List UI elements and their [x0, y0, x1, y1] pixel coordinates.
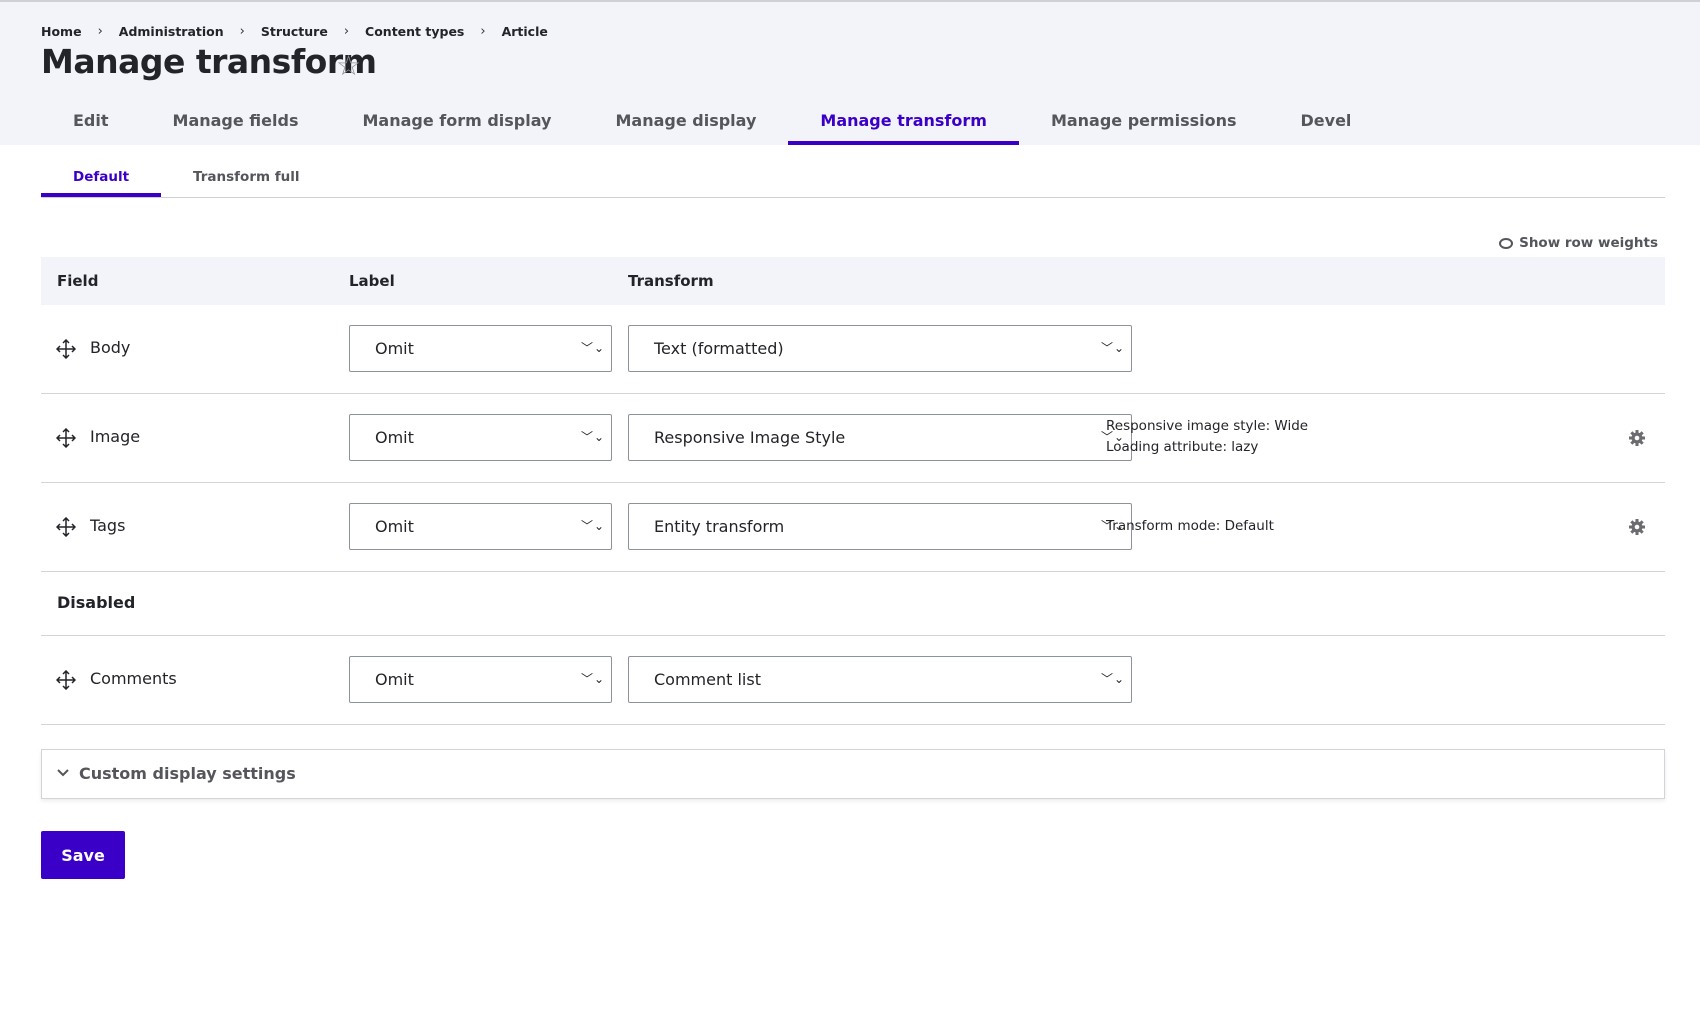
table-row: Body Omit ﹀⌄ Text (formatted) ﹀⌄: [41, 305, 1665, 394]
drag-handle-icon[interactable]: [56, 517, 76, 537]
drag-handle-icon[interactable]: [56, 339, 76, 359]
field-name: Image: [90, 427, 141, 446]
breadcrumb-content-types[interactable]: Content types: [365, 24, 464, 39]
transform-select[interactable]: Entity transform ﹀⌄: [628, 503, 1132, 550]
transform-select-value: Comment list: [654, 670, 761, 689]
breadcrumb-administration[interactable]: Administration: [119, 24, 224, 39]
label-select-value: Omit: [375, 339, 414, 358]
secondary-tabs: Default Transform full: [41, 160, 1665, 198]
chevron-down-icon: ﹀⌄: [580, 519, 605, 533]
eye-icon: [1499, 237, 1514, 249]
tab-manage-permissions[interactable]: Manage permissions: [1019, 100, 1269, 145]
transform-select-value: Text (formatted): [654, 339, 784, 358]
custom-display-settings-label: Custom display settings: [79, 764, 296, 783]
label-select-value: Omit: [375, 428, 414, 447]
region-title-row: Disabled: [41, 572, 1665, 636]
show-row-weights-label: Show row weights: [1519, 235, 1658, 251]
table-row: Image Omit ﹀⌄ Responsive Image Style ﹀⌄ Re…: [41, 394, 1665, 483]
tab-devel[interactable]: Devel: [1269, 100, 1384, 145]
show-row-weights-button[interactable]: Show row weights: [1499, 235, 1658, 251]
label-select[interactable]: Omit ﹀⌄: [349, 503, 612, 550]
plugin-summary: Transform mode: Default: [1106, 516, 1274, 537]
chevron-right-icon: ›: [480, 24, 486, 39]
tab-manage-form-display[interactable]: Manage form display: [330, 100, 583, 145]
chevron-down-icon: ﹀⌄: [580, 672, 605, 686]
table-row: Tags Omit ﹀⌄ Entity transform ﹀⌄ Transform…: [41, 483, 1665, 572]
summary-line: Transform mode: Default: [1106, 518, 1274, 534]
plugin-summary: Responsive image style: Wide Loading att…: [1106, 416, 1308, 458]
label-select[interactable]: Omit ﹀⌄: [349, 656, 612, 703]
gear-icon[interactable]: [1627, 428, 1647, 448]
breadcrumb-home[interactable]: Home: [41, 24, 82, 39]
breadcrumb: Home › Administration › Structure › Content…: [41, 24, 548, 39]
primary-tabs: Edit Manage fields Manage form display M…: [41, 100, 1383, 145]
subtab-transform-full[interactable]: Transform full: [161, 160, 331, 197]
tab-manage-display[interactable]: Manage display: [583, 100, 788, 145]
breadcrumb-structure[interactable]: Structure: [261, 24, 328, 39]
chevron-right-icon: ›: [97, 24, 103, 39]
chevron-down-icon: ﹀⌄: [580, 341, 605, 355]
label-select[interactable]: Omit ﹀⌄: [349, 414, 612, 461]
label-select[interactable]: Omit ﹀⌄: [349, 325, 612, 372]
transform-select-value: Responsive Image Style: [654, 428, 846, 447]
chevron-down-icon: ﹀⌄: [1100, 341, 1125, 355]
transform-select[interactable]: Comment list ﹀⌄: [628, 656, 1132, 703]
page-title: Manage transform: [41, 42, 377, 81]
transform-select-value: Entity transform: [654, 517, 785, 536]
gear-icon[interactable]: [1627, 517, 1647, 537]
custom-display-settings-details[interactable]: Custom display settings: [41, 749, 1665, 799]
chevron-down-icon: ﹀⌄: [580, 430, 605, 444]
label-select-value: Omit: [375, 517, 414, 536]
chevron-right-icon: ›: [343, 24, 350, 39]
summary-line: Responsive image style: Wide: [1106, 418, 1309, 434]
label-select-value: Omit: [375, 670, 414, 689]
breadcrumb-article[interactable]: Article: [502, 24, 548, 39]
tab-edit[interactable]: Edit: [41, 100, 141, 145]
chevron-right-icon: ›: [239, 24, 245, 39]
transform-select[interactable]: Text (formatted) ﹀⌄: [628, 325, 1132, 372]
table-header: Field Label Transform: [41, 257, 1665, 305]
save-button[interactable]: Save: [41, 831, 125, 879]
transform-select[interactable]: Responsive Image Style ﹀⌄: [628, 414, 1132, 461]
tab-manage-transform[interactable]: Manage transform: [788, 100, 1019, 145]
summary-line: Loading attribute: lazy: [1106, 439, 1259, 455]
column-header-label: Label: [349, 272, 395, 290]
drag-handle-icon[interactable]: [56, 428, 76, 448]
star-icon[interactable]: ☆: [336, 49, 361, 82]
field-name: Tags: [90, 516, 126, 535]
field-name: Comments: [90, 669, 177, 688]
column-header-field: Field: [57, 272, 99, 290]
tab-manage-fields[interactable]: Manage fields: [141, 100, 331, 145]
column-header-transform: Transform: [628, 272, 714, 290]
region-title-disabled: Disabled: [57, 593, 136, 612]
drag-handle-icon[interactable]: [56, 670, 76, 690]
chevron-down-icon: [57, 769, 69, 777]
table-row: Comments Omit ﹀⌄ Comment list ﹀⌄: [41, 636, 1665, 725]
subtab-default[interactable]: Default: [41, 160, 162, 197]
chevron-down-icon: ﹀⌄: [1100, 672, 1125, 686]
field-name: Body: [90, 338, 131, 357]
